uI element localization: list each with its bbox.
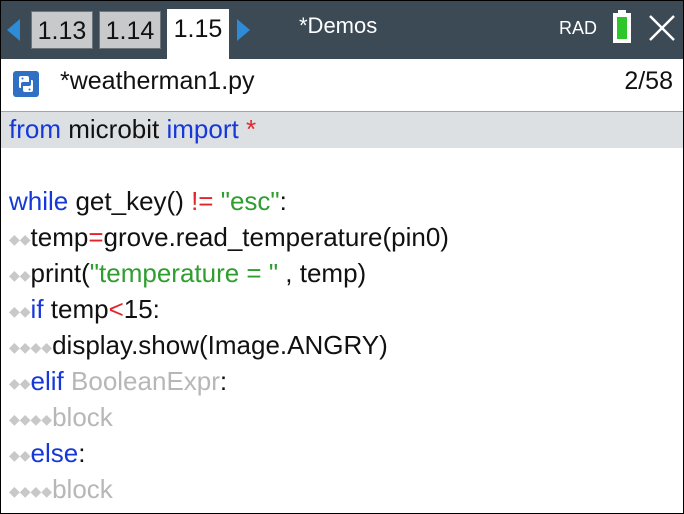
- tab-1-14[interactable]: 1.14: [99, 11, 161, 49]
- code-text: , temp): [278, 258, 367, 288]
- code-text: display.show(Image.ANGRY): [52, 330, 388, 360]
- code-line-3[interactable]: while get_key() != "esc":: [9, 183, 677, 219]
- code-line-6[interactable]: ◆◆if temp<15:: [9, 291, 677, 327]
- operator: *: [238, 114, 257, 144]
- code-text: :: [219, 366, 228, 396]
- code-line-5[interactable]: ◆◆print("temperature = " , temp): [9, 255, 677, 291]
- tab-1-15[interactable]: 1.15: [167, 9, 229, 59]
- keyword: elif: [30, 366, 64, 396]
- code-text: get_key(): [68, 186, 192, 216]
- line-position: 2/58: [624, 67, 673, 95]
- tab-scroll-left-icon[interactable]: [7, 19, 20, 41]
- angle-mode-indicator: RAD: [559, 18, 598, 38]
- code-line-2[interactable]: [9, 147, 677, 183]
- code-text: temp: [43, 294, 109, 324]
- indent-marker: ◆◆◆◆: [9, 483, 53, 500]
- code-text: 15:: [123, 294, 160, 324]
- battery-level: [617, 17, 627, 39]
- keyword: while: [9, 186, 69, 216]
- indent-marker: ◆◆: [9, 303, 31, 320]
- indent-marker: ◆◆: [9, 231, 31, 248]
- code-line-1[interactable]: from microbit import *: [9, 111, 677, 147]
- indent-marker: ◆◆: [9, 267, 31, 284]
- placeholder-text[interactable]: block: [52, 402, 113, 432]
- code-line-8[interactable]: ◆◆elif BooleanExpr:: [9, 363, 677, 399]
- operator: <: [108, 294, 124, 324]
- code-line-9[interactable]: ◆◆◆◆block: [9, 399, 677, 435]
- keyword: from: [9, 114, 61, 144]
- tab-scroll-right-icon[interactable]: [237, 19, 250, 41]
- code-line-11[interactable]: ◆◆◆◆block: [9, 471, 677, 507]
- document-title: *Demos: [299, 13, 378, 38]
- keyword: else: [30, 438, 79, 468]
- code-text: :: [78, 438, 86, 468]
- indent-marker: ◆◆◆◆: [9, 411, 53, 428]
- code-text: :: [279, 186, 287, 216]
- keyword: if: [30, 294, 44, 324]
- calculator-screen: 1.13 1.14 1.15 *Demos RAD *weatherman1.p…: [0, 0, 684, 514]
- operator: !=: [191, 186, 214, 216]
- code-text: grove.read_temperature(pin0): [103, 222, 449, 252]
- placeholder-text[interactable]: BooleanExpr: [64, 366, 220, 396]
- code-editor[interactable]: from microbit import * while get_key() !…: [9, 111, 677, 507]
- keyword: import: [166, 114, 239, 144]
- top-bar: 1.13 1.14 1.15 *Demos RAD: [1, 1, 683, 59]
- operator: =: [88, 222, 104, 252]
- python-file-icon: [13, 71, 39, 97]
- string-literal: "temperature = ": [89, 258, 279, 288]
- string-literal: "esc": [220, 186, 280, 216]
- indent-marker: ◆◆◆◆: [9, 339, 53, 356]
- placeholder-text[interactable]: block: [52, 474, 113, 504]
- code-line-10[interactable]: ◆◆else:: [9, 435, 677, 471]
- code-text: microbit: [61, 114, 167, 144]
- code-line-4[interactable]: ◆◆temp=grove.read_temperature(pin0): [9, 219, 677, 255]
- code-line-7[interactable]: ◆◆◆◆display.show(Image.ANGRY): [9, 327, 677, 363]
- tab-1-13[interactable]: 1.13: [31, 11, 93, 49]
- code-text: print(: [30, 258, 90, 288]
- close-icon[interactable]: [647, 13, 677, 43]
- file-name: *weatherman1.py: [60, 67, 255, 95]
- battery-icon: [613, 13, 631, 43]
- indent-marker: ◆◆: [9, 375, 31, 392]
- indent-marker: ◆◆: [9, 447, 31, 464]
- code-text: temp: [30, 222, 89, 252]
